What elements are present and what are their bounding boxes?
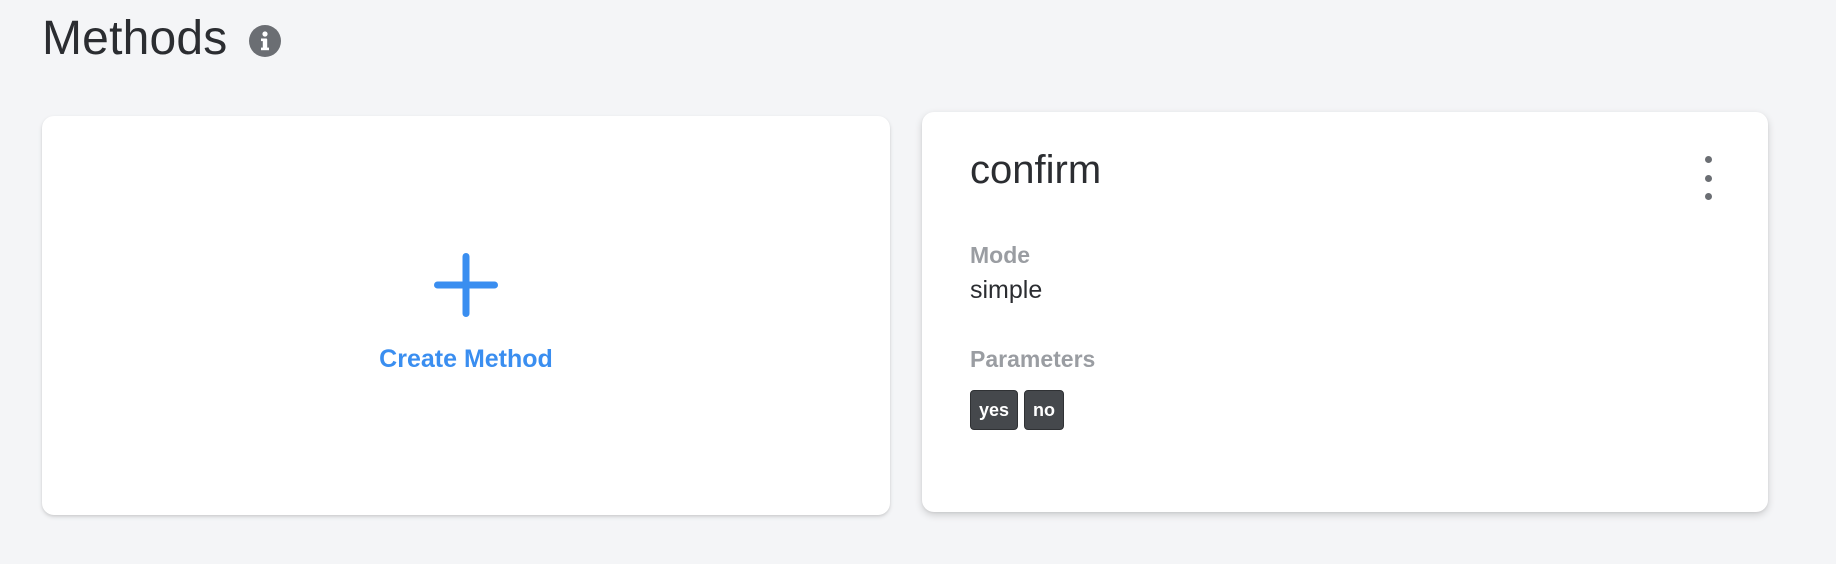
parameters-label: Parameters	[970, 346, 1096, 372]
kebab-dot	[1704, 156, 1712, 163]
parameter-tag: yes	[970, 390, 1019, 430]
kebab-dot	[1704, 193, 1712, 200]
methods-page: Methods Create Method confirm Mode simpl…	[0, 0, 1836, 564]
method-card[interactable]: confirm Mode simple Parameters yes no	[922, 112, 1768, 512]
parameter-tag: no	[1024, 390, 1065, 430]
info-icon[interactable]	[248, 24, 282, 58]
page-title: Methods	[42, 11, 228, 65]
kebab-dot	[1704, 174, 1712, 182]
mode-label: Mode	[970, 242, 1031, 268]
parameters-list: yes no	[970, 390, 1065, 430]
kebab-menu-icon[interactable]	[1698, 156, 1718, 200]
create-method-card[interactable]: Create Method	[42, 116, 890, 515]
create-method-label: Create Method	[379, 345, 553, 373]
method-name: confirm	[970, 148, 1102, 192]
plus-icon	[432, 251, 500, 319]
mode-value: simple	[970, 276, 1043, 304]
page-header: Methods	[42, 8, 282, 68]
